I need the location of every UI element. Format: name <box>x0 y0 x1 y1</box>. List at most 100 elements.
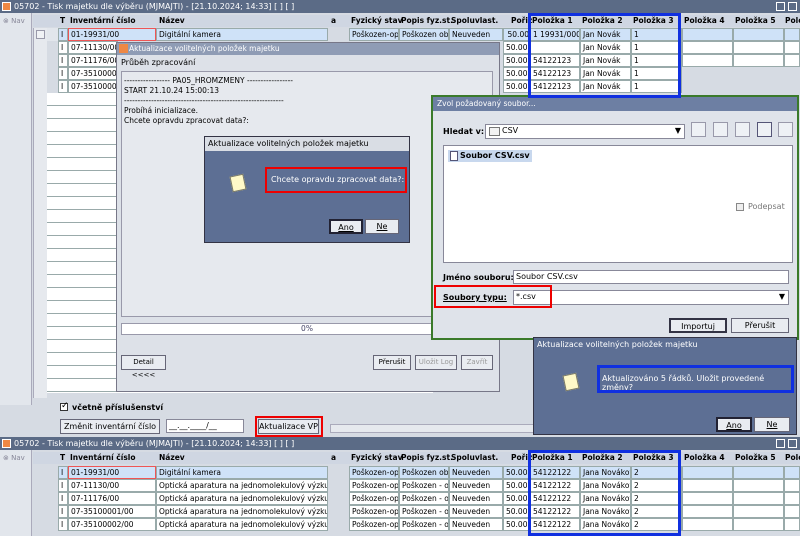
cell-spol: Neuveden <box>449 28 503 41</box>
save-log-button[interactable]: Uložit Log <box>415 355 457 370</box>
col-p5[interactable]: Položka 5 <box>735 452 776 464</box>
log-line: ----------------- PA05_HROMZMENY -------… <box>124 76 294 85</box>
table-row[interactable]: I 07-11176/00 Optická aparatura na jedno… <box>33 492 800 505</box>
nav-icon[interactable]: ⊗ <box>3 17 11 25</box>
cell-nazev: Optická aparatura na jednomolekulový výz… <box>156 479 328 492</box>
top-window-title: 05702 - Tisk majetku dle výběru (MJMAJTI… <box>14 2 295 11</box>
col-spol[interactable]: Spoluvlast. <box>451 15 498 27</box>
confirm-yes-button[interactable]: Ano <box>329 219 363 234</box>
cell-popis: Poškozen - obj <box>399 492 449 505</box>
stop-button[interactable]: Přerušit <box>373 355 411 370</box>
cell-spol: Neuveden <box>449 505 503 518</box>
cell-p4 <box>682 466 733 479</box>
cell-fyz: Poškozen-opr <box>349 479 399 492</box>
col-a[interactable]: a <box>331 452 336 464</box>
nav-icon[interactable]: ⊗ <box>3 454 11 462</box>
close-icon[interactable] <box>788 2 797 11</box>
col-inv[interactable]: Inventární číslo <box>70 452 136 464</box>
col-inv[interactable]: Inventární číslo <box>70 15 136 27</box>
table-row[interactable]: I 01-19931/00 Digitální kamera Poškozen-… <box>33 466 800 479</box>
change-inventory-number-button[interactable]: Změnit inventární číslo <box>60 419 160 434</box>
cell-fyz: Poškozen-opr <box>349 492 399 505</box>
table-row[interactable]: I 01-19931/00 Digitální kamera Poškozen-… <box>33 28 800 41</box>
cell-por: 50.00 <box>503 518 530 531</box>
note-icon <box>562 372 580 392</box>
cell-t: I <box>58 80 68 93</box>
cell-fyz: Poškozen-opr <box>349 518 399 531</box>
scroll-up-icon[interactable] <box>36 30 45 39</box>
bottom-window-title: 05702 - Tisk majetku dle výběru (MJMAJTI… <box>14 439 295 448</box>
cell-inv[interactable]: 07-11130/00 <box>68 41 118 54</box>
cell-inv[interactable]: 07-35100002/00 <box>68 518 156 531</box>
date-input[interactable]: __.__.____/__ <box>166 419 244 433</box>
cell-p5 <box>733 466 784 479</box>
col-popis[interactable]: Popis fyz.st. <box>401 452 453 464</box>
cell-p6 <box>784 479 800 492</box>
cell-p5 <box>733 492 784 505</box>
close-button[interactable]: Zavřít <box>461 355 493 370</box>
bottom-grid-header: T Inventární číslo Název a Fyzický stav … <box>33 452 800 464</box>
col-p6[interactable]: Polož <box>785 452 800 464</box>
cell-t: I <box>58 492 68 505</box>
nav-label[interactable]: Nav <box>11 17 25 25</box>
nav-label[interactable]: Nav <box>11 454 25 462</box>
left-scrollbar[interactable] <box>33 28 47 398</box>
cell-por: 50.00 <box>503 80 530 93</box>
cell-nazev: Optická aparatura na jednomolekulový výz… <box>156 505 328 518</box>
cell-inv[interactable]: 07-35100002 <box>68 80 118 93</box>
cell-p6 <box>784 505 800 518</box>
cell-inv[interactable]: 07-35100001/00 <box>68 505 156 518</box>
highlight-result-message <box>597 365 794 393</box>
col-p4[interactable]: Položka 4 <box>684 15 725 27</box>
col-nazev[interactable]: Název <box>159 15 185 27</box>
result-no-button[interactable]: Ne <box>754 417 790 432</box>
cell-inv[interactable]: 07-35100001 <box>68 67 118 80</box>
cell-p5 <box>733 28 784 41</box>
cell-inv[interactable]: 07-11176/00 <box>68 54 118 67</box>
close-icon[interactable] <box>788 439 797 448</box>
bottom-nav-panel: ⊗ Nav <box>0 450 32 536</box>
col-p4[interactable]: Položka 4 <box>684 452 725 464</box>
table-row[interactable]: I 07-11130/00 Optická aparatura na jedno… <box>33 479 800 492</box>
horizontal-scrollbar[interactable] <box>330 424 540 433</box>
cell-inv[interactable]: 07-11130/00 <box>68 479 156 492</box>
col-spol[interactable]: Spoluvlast. <box>451 452 498 464</box>
cell-p6 <box>784 28 800 41</box>
cell-p6 <box>784 518 800 531</box>
restore-icon[interactable] <box>776 2 785 11</box>
restore-icon[interactable] <box>776 439 785 448</box>
cell-inv[interactable]: 07-11176/00 <box>68 492 156 505</box>
detail-button[interactable]: Detail <<<< <box>121 355 166 379</box>
cell-p4 <box>682 28 733 41</box>
cell-popis: Poškozen - obj <box>399 505 449 518</box>
col-nazev[interactable]: Název <box>159 452 185 464</box>
cell-p4 <box>682 518 733 531</box>
col-popis[interactable]: Popis fyz.st. <box>401 15 453 27</box>
col-p6[interactable]: Polož <box>785 15 800 27</box>
highlight-top-columns <box>528 13 681 98</box>
result-yes-button[interactable]: Ano <box>716 417 752 432</box>
include-accessories-checkbox[interactable]: ✓ <box>60 401 69 411</box>
highlight-bottom-columns <box>528 450 681 536</box>
cell-p5 <box>733 518 784 531</box>
cell-popis: Poškozen - obj <box>399 479 449 492</box>
progress-window-title: Aktualizace volitelných položek majetku <box>129 44 280 53</box>
col-t[interactable]: T <box>60 15 65 27</box>
cell-p4 <box>682 505 733 518</box>
col-fyz[interactable]: Fyzický stav <box>351 15 402 27</box>
table-row[interactable]: I 07-35100001/00 Optická aparatura na je… <box>33 505 800 518</box>
cell-t: I <box>58 67 68 80</box>
col-t[interactable]: T <box>60 452 65 464</box>
confirm-no-button[interactable]: Ne <box>365 219 399 234</box>
check-icon: ✓ <box>61 401 69 411</box>
note-icon <box>229 173 247 193</box>
cell-fyz: Poškozen-opr <box>349 505 399 518</box>
cell-inv[interactable]: 01-19931/00 <box>68 28 156 41</box>
col-fyz[interactable]: Fyzický stav <box>351 452 402 464</box>
table-row[interactable]: I 07-35100002/00 Optická aparatura na je… <box>33 518 800 531</box>
col-p5[interactable]: Položka 5 <box>735 15 776 27</box>
col-a[interactable]: a <box>331 15 336 27</box>
cell-spol: Neuveden <box>449 466 503 479</box>
cell-inv[interactable]: 01-19931/00 <box>68 466 156 479</box>
include-accessories-label: včetně příslušenství <box>72 403 164 412</box>
